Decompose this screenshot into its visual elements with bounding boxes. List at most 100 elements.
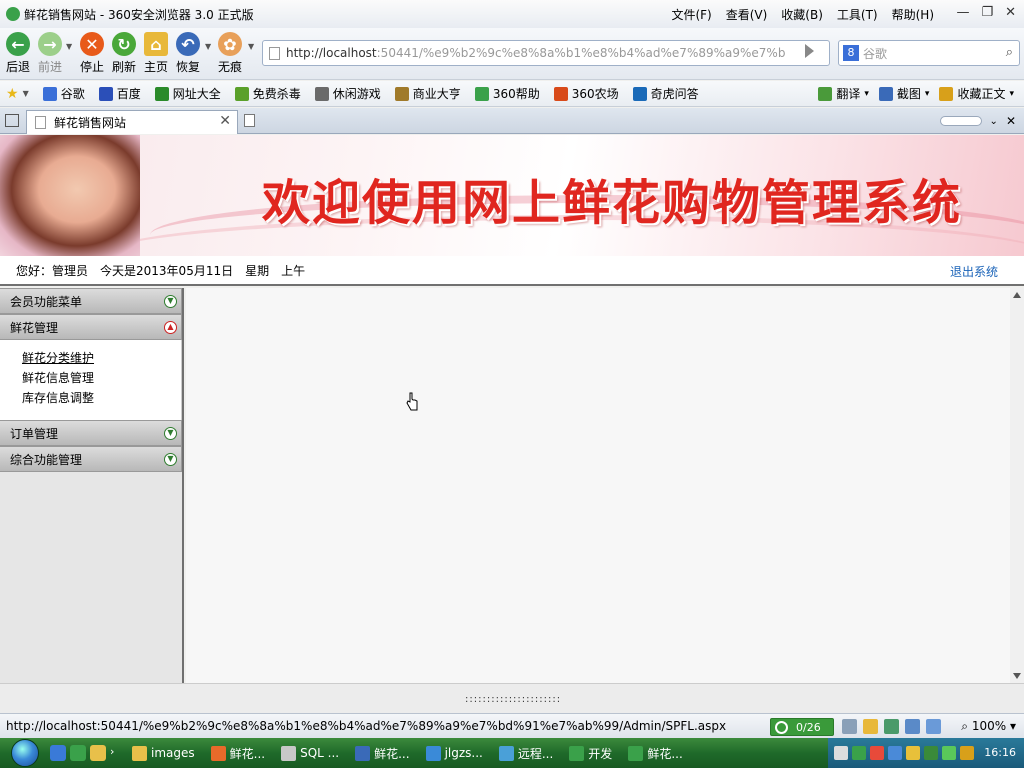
favorite-link[interactable]: 360农场 xyxy=(553,85,619,102)
new-tab-icon[interactable] xyxy=(244,114,255,127)
menu-tools[interactable]: 工具(T) xyxy=(837,6,878,23)
menu-section-general[interactable]: 综合功能管理 ▼ xyxy=(0,446,182,472)
restore-dropdown-icon[interactable]: ▼ xyxy=(205,42,211,51)
favorite-site-icon xyxy=(98,86,113,101)
status-bar: http://localhost:50441/%e9%b2%9c%e8%8a%b… xyxy=(0,713,1024,738)
status-network-icon[interactable] xyxy=(884,719,899,734)
qq-icon[interactable] xyxy=(906,746,920,760)
favorites-star-icon[interactable]: ★ ▼ xyxy=(6,86,29,102)
address-bar[interactable]: http://localhost:50441/%e9%b2%9c%e8%8a%b… xyxy=(262,40,830,66)
speaker-icon[interactable] xyxy=(926,719,941,734)
tray-network-icon[interactable] xyxy=(888,746,902,760)
submenu-stock-adjust[interactable]: 库存信息调整 xyxy=(22,388,181,408)
forward-arrow-icon: → xyxy=(38,32,62,56)
menu-section-flower[interactable]: 鲜花管理 ▲ xyxy=(0,314,182,340)
favorite-link[interactable]: 商业大亨 xyxy=(394,85,461,102)
stop-button[interactable]: ✕ 停止 xyxy=(77,32,107,75)
address-text[interactable]: http://localhost:50441/%e9%b2%9c%e8%8a%b… xyxy=(286,46,786,60)
minimize-button[interactable]: — xyxy=(956,5,969,20)
taskbar-button[interactable]: 开发 xyxy=(569,745,612,762)
menu-section-member[interactable]: 会员功能菜单 ▼ xyxy=(0,288,182,314)
search-box[interactable]: 8 谷歌 ⌕ xyxy=(838,40,1020,66)
show-desktop-icon[interactable] xyxy=(90,745,106,761)
scroll-down-icon[interactable] xyxy=(1013,673,1021,679)
taskbar-button[interactable]: 远程... xyxy=(498,745,553,762)
zoom-level[interactable]: ⌕ 100% ▾ xyxy=(961,719,1016,734)
favorite-link[interactable]: 免费杀毒 xyxy=(234,85,301,102)
search-input[interactable]: 谷歌 xyxy=(863,45,887,62)
clock[interactable]: 16:16 xyxy=(984,746,1016,759)
main-vertical-scrollbar[interactable] xyxy=(1010,288,1024,683)
menu-help[interactable]: 帮助(H) xyxy=(892,6,934,23)
status-window-icon[interactable] xyxy=(905,719,920,734)
menu-favorites[interactable]: 收藏(B) xyxy=(781,6,823,23)
expand-icon[interactable]: ▼ xyxy=(164,453,177,466)
expand-icon[interactable]: ▼ xyxy=(164,295,177,308)
favorite-link[interactable]: 谷歌 xyxy=(42,85,85,102)
tab-close-icon[interactable]: ✕ xyxy=(219,113,231,129)
tab-menu-chevron-icon[interactable]: ⌄ xyxy=(990,116,998,127)
history-dropdown-icon[interactable]: ▼ xyxy=(66,42,72,51)
dropdown-caret-icon[interactable]: ▾ xyxy=(864,89,869,99)
quick-launch-more-icon[interactable]: › xyxy=(110,745,120,761)
submenu-flower-info[interactable]: 鲜花信息管理 xyxy=(22,368,181,388)
dropdown-caret-icon[interactable]: ▾ xyxy=(925,89,930,99)
tray-360-icon[interactable] xyxy=(852,746,866,760)
menu-view[interactable]: 查看(V) xyxy=(726,6,768,23)
favorites-tool-button[interactable]: 收藏正文 ▾ xyxy=(939,85,1014,102)
dropdown-caret-icon[interactable]: ▾ xyxy=(1009,89,1014,99)
search-icon[interactable]: ⌕ xyxy=(1006,45,1013,60)
status-tool-icon[interactable] xyxy=(842,719,857,734)
360-browser-icon[interactable] xyxy=(70,745,86,761)
taskbar-button[interactable]: 鲜花... xyxy=(628,745,683,762)
taskbar-button[interactable]: 鲜花... xyxy=(210,745,265,762)
tray-security-icon[interactable] xyxy=(870,746,884,760)
taskbar-button[interactable]: jlgzs... xyxy=(425,745,483,762)
taskbar-button[interactable]: images xyxy=(132,745,195,762)
close-window-button[interactable]: ✕ xyxy=(1005,5,1016,20)
tab-list-pill[interactable] xyxy=(939,116,982,126)
favorite-link[interactable]: 休闲游戏 xyxy=(314,85,381,102)
status-shield-icon[interactable] xyxy=(863,719,878,734)
tab-active[interactable]: 鲜花销售网站 ✕ xyxy=(26,110,238,134)
home-button[interactable]: ⌂ 主页 xyxy=(141,32,171,75)
favorite-link[interactable]: 网址大全 xyxy=(154,85,221,102)
favorite-label: 百度 xyxy=(116,87,141,101)
tray-signal-icon[interactable] xyxy=(942,746,956,760)
collapse-icon[interactable]: ▲ xyxy=(164,321,177,334)
splitter-handle[interactable]: :::::::::::::::::::::: xyxy=(465,694,561,705)
sidebar-toggle-icon[interactable] xyxy=(5,114,19,127)
tray-app-icon[interactable] xyxy=(924,746,938,760)
tab-close-all-icon[interactable]: ✕ xyxy=(1006,114,1016,128)
main-content-frame[interactable] xyxy=(186,288,1010,683)
favorites-tool-button[interactable]: 翻译 ▾ xyxy=(818,85,869,102)
favorite-link[interactable]: 奇虎问答 xyxy=(632,85,699,102)
submenu-flower-category[interactable]: 鲜花分类维护 xyxy=(22,348,181,368)
ie-icon[interactable] xyxy=(50,745,66,761)
maximize-button[interactable]: ❐ xyxy=(981,5,993,20)
go-button[interactable] xyxy=(805,44,814,58)
tray-shield-icon[interactable] xyxy=(960,746,974,760)
favorites-tool-button[interactable]: 截图 ▾ xyxy=(878,85,930,102)
start-button[interactable] xyxy=(0,738,50,768)
browser-title-bar: 鲜花销售网站 - 360安全浏览器 3.0 正式版 文件(F) 查看(V) 收藏… xyxy=(0,0,1024,28)
incognito-button[interactable]: ✿ 无痕 xyxy=(215,32,245,75)
expand-icon[interactable]: ▼ xyxy=(164,427,177,440)
menu-file[interactable]: 文件(F) xyxy=(671,6,711,23)
menu-section-orders[interactable]: 订单管理 ▼ xyxy=(0,420,182,446)
logout-link[interactable]: 退出系统 xyxy=(950,263,998,280)
favorite-link[interactable]: 百度 xyxy=(98,85,141,102)
incognito-dropdown-icon[interactable]: ▼ xyxy=(248,42,254,51)
frame-splitter[interactable]: :::::::::::::::::::::: xyxy=(0,683,1024,713)
taskbar-button[interactable]: 鲜花... xyxy=(355,745,410,762)
refresh-button[interactable]: ↻ 刷新 xyxy=(109,32,139,75)
scroll-up-icon[interactable] xyxy=(1013,292,1021,298)
forward-button[interactable]: → 前进 xyxy=(35,32,65,75)
search-engine-icon[interactable]: 8 xyxy=(843,45,859,61)
restore-button[interactable]: ↶ 恢复 xyxy=(173,32,203,75)
favorite-site-icon xyxy=(394,86,409,101)
back-button[interactable]: ← 后退 xyxy=(3,32,33,75)
keyboard-icon[interactable] xyxy=(834,746,848,760)
taskbar-button[interactable]: SQL ... xyxy=(281,745,339,762)
favorite-link[interactable]: 360帮助 xyxy=(474,85,540,102)
